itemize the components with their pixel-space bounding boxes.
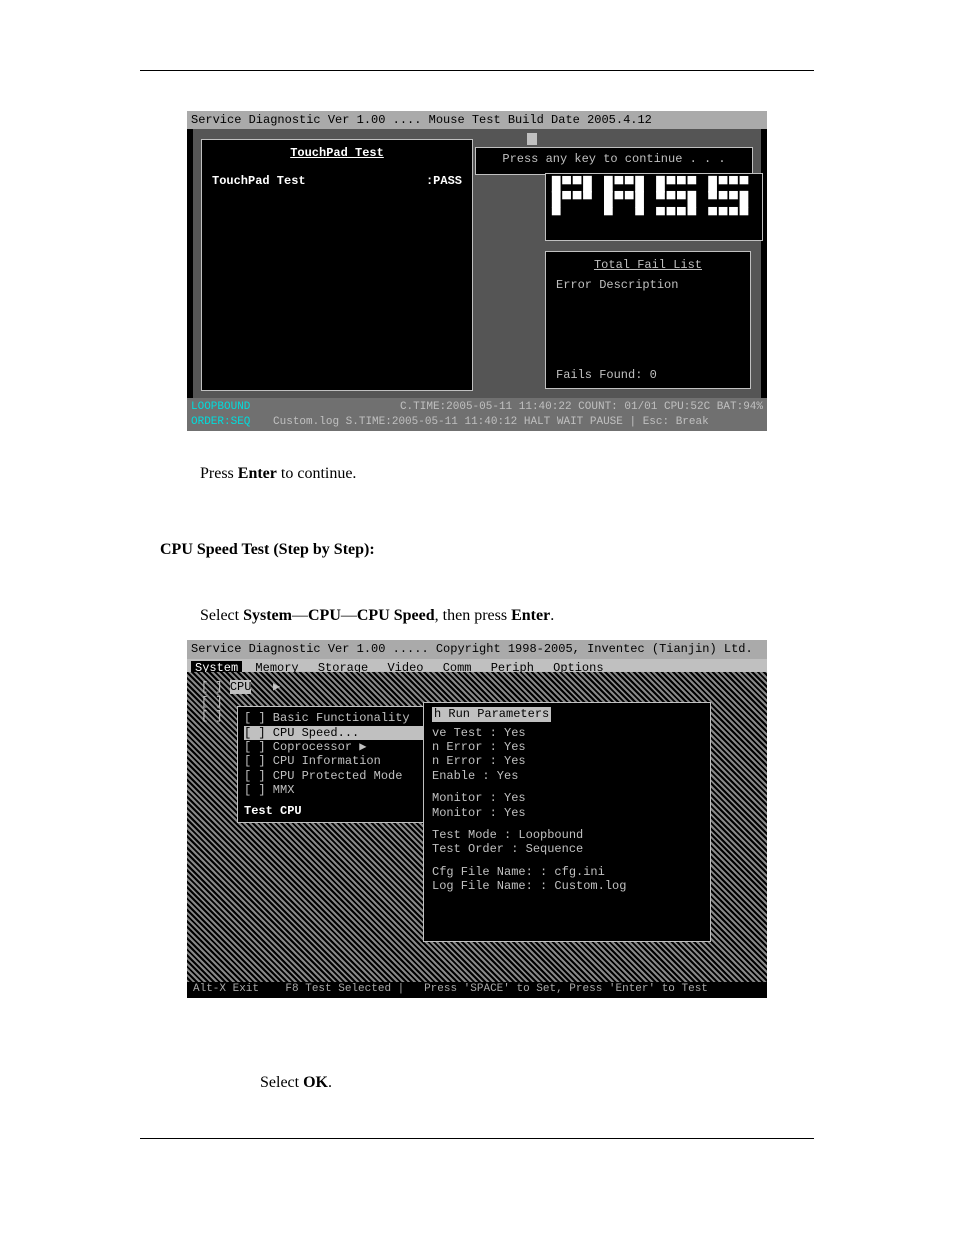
p2-enter: Enter: [511, 607, 550, 624]
p1-c: to continue.: [277, 465, 357, 482]
shot2-params: h Run Parameters ve Test : Yes n Error :…: [423, 702, 711, 942]
shot1-popup: Press any key to continue . . .: [475, 147, 753, 175]
p1-a: Press: [200, 465, 238, 482]
shot2-submenu: [ ] Basic Functionality [ ] CPU Speed...…: [237, 706, 431, 823]
shot1-left-title: TouchPad Test: [202, 146, 472, 160]
param-row-12: Log File Name: : Custom.log: [432, 879, 702, 893]
sub-basic[interactable]: [ ] Basic Functionality: [244, 711, 424, 725]
param-row-2: n Error : Yes: [432, 754, 702, 768]
footer-altx: Alt-X Exit: [193, 983, 259, 995]
shot2-titlebar: Service Diagnostic Ver 1.00 ..... Copyri…: [187, 640, 767, 658]
shot1-titlebar: Service Diagnostic Ver 1.00 .... Mouse T…: [187, 111, 767, 129]
fail-list-title: Total Fail List: [546, 258, 750, 272]
section-cpu-speed: CPU Speed Test (Step by Step):: [160, 541, 874, 559]
p2-cpu: CPU: [308, 607, 341, 624]
p3-a: Select: [260, 1074, 303, 1091]
p2-a: Select: [200, 607, 243, 624]
sub-coproc[interactable]: [ ] Coprocessor ▶: [244, 740, 424, 754]
shot1-statusbar: LOOPBOUND C.TIME:2005-05-11 11:40:22 COU…: [187, 398, 767, 431]
scrollbar-thumb: [527, 133, 537, 145]
param-row-6: Monitor : Yes: [432, 806, 702, 820]
p3-c: .: [328, 1074, 332, 1091]
sub-mmx[interactable]: [ ] MMX: [244, 783, 424, 797]
shot1-popup-text: Press any key to continue . . .: [502, 152, 725, 166]
param-row-0: ve Test : Yes: [432, 726, 702, 740]
fail-count: Fails Found: 0: [556, 368, 657, 382]
shot1-fail-panel: Total Fail List Error Description Fails …: [545, 251, 751, 389]
para-select-ok: Select OK.: [260, 1070, 874, 1096]
p2-i: .: [550, 607, 554, 624]
footer-hint-text: Press 'SPACE' to Set, Press 'Enter' to T…: [424, 983, 708, 995]
p1-enter: Enter: [238, 465, 277, 482]
param-row-1: n Error : Yes: [432, 740, 702, 754]
p3-ok: OK: [303, 1074, 328, 1091]
p2-e: —: [341, 607, 357, 624]
shot1-pass-status: :PASS: [426, 174, 462, 188]
shot2-footer: Alt-X Exit F8 Test Selected | Press 'SPA…: [187, 983, 767, 996]
p2-cpuspeed: CPU Speed: [357, 607, 435, 624]
sub-cpuspeed[interactable]: [ ] CPU Speed...: [244, 726, 424, 740]
p2-system: System: [243, 607, 292, 624]
param-row-3: Enable : Yes: [432, 769, 702, 783]
param-row-8: Test Mode : Loopbound: [432, 828, 702, 842]
screenshot-touchpad-test: Service Diagnostic Ver 1.00 .... Mouse T…: [187, 111, 767, 431]
pass-ascii-art: █▀▀█ █▀▀█ █▀▀▀ █▀▀▀ █▀▀▀ █▀▀█ ▀▀▀█ ▀▀▀█ …: [552, 178, 756, 224]
screenshot-cpu-menu: Service Diagnostic Ver 1.00 ..... Copyri…: [187, 640, 767, 998]
p2-g: , then press: [435, 607, 511, 624]
sub-test-all[interactable]: Test CPU: [244, 804, 424, 818]
footer-f8: F8 Test Selected |: [285, 983, 404, 995]
status-time-count: C.TIME:2005-05-11 11:40:22 COUNT: 01/01 …: [400, 400, 763, 414]
param-row-9: Test Order : Sequence: [432, 842, 702, 856]
status-log-line: Custom.log S.TIME:2005-05-11 11:40:12 HA…: [273, 416, 709, 428]
sub-cpuinfo[interactable]: [ ] CPU Information: [244, 754, 424, 768]
param-row-5: Monitor : Yes: [432, 791, 702, 805]
p2-c: —: [292, 607, 308, 624]
para-select-cpu: Select System—CPU—CPU Speed, then press …: [200, 603, 820, 629]
shot1-pass-art-box: █▀▀█ █▀▀█ █▀▀▀ █▀▀▀ █▀▀▀ █▀▀█ ▀▀▀█ ▀▀▀█ …: [545, 173, 763, 241]
status-loopbound: LOOPBOUND: [191, 401, 250, 413]
shot1-touchpad-label: TouchPad Test: [212, 174, 306, 188]
shot1-left-panel: TouchPad Test TouchPad Test :PASS: [201, 139, 473, 391]
status-order: ORDER:SEQ: [191, 416, 250, 428]
params-header: h Run Parameters: [432, 707, 551, 721]
fail-list-cols: Error Description: [546, 272, 750, 298]
top-item-cpu[interactable]: CPU: [230, 680, 252, 694]
sub-protmode[interactable]: [ ] CPU Protected Mode: [244, 769, 424, 783]
param-row-11: Cfg File Name: : cfg.ini: [432, 865, 702, 879]
para-press-enter: Press Enter to continue.: [200, 461, 820, 487]
